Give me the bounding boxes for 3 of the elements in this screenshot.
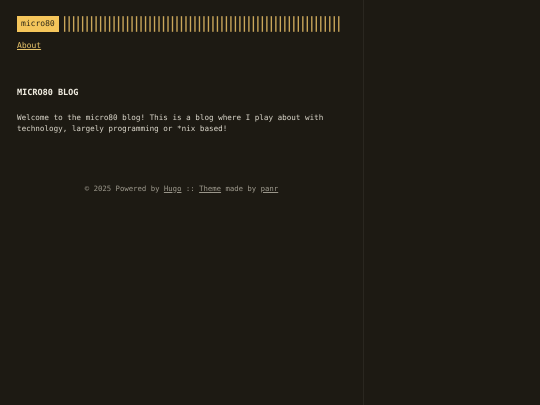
nav-link[interactable]: About	[17, 40, 42, 52]
post-title: MICRO80 BLOG	[17, 87, 80, 100]
logo[interactable]: micro80	[17, 16, 59, 32]
